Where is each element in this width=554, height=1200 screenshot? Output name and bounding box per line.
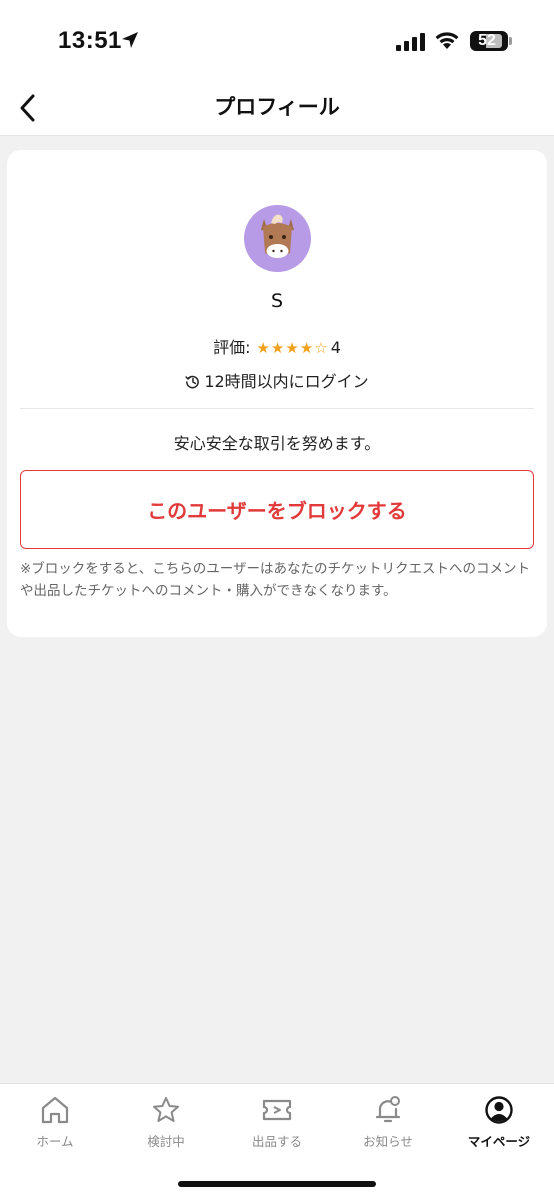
profile-card: S 評価: ★★★★☆ 4 12時間以内にログイン 安心安全な取引を努めます。 この… (7, 150, 547, 637)
bell-icon (375, 1096, 401, 1123)
rating-label: 評価: (213, 338, 251, 357)
status-bar: 13:51 52 (0, 0, 554, 80)
nav-header: プロフィール (0, 80, 554, 136)
block-user-button[interactable]: このユーザーをブロックする (20, 470, 534, 549)
star-icon (153, 1097, 179, 1122)
history-clock-icon (185, 375, 200, 389)
user-circle-icon (485, 1096, 513, 1124)
tab-considering-label: 検討中 (147, 1134, 185, 1149)
battery-tip (509, 37, 512, 45)
user-name: S (270, 290, 284, 312)
page-title: プロフィール (214, 95, 340, 119)
avatar[interactable] (244, 205, 311, 272)
last-login-text: 12時間以内にログイン (204, 372, 369, 391)
tab-notifications-label: お知らせ (363, 1134, 413, 1149)
star-filled-icons: ★★★★ (256, 339, 315, 357)
tab-sell-label: 出品する (251, 1134, 302, 1149)
battery-percent: 52 (478, 32, 496, 49)
rating-stars: ★★★★☆ (256, 339, 328, 357)
divider (20, 408, 534, 409)
rating-value: 4 (330, 338, 341, 357)
block-note: ※ブロックをすると、こちらのユーザーはあなたのチケットリクエストへのコメントや出… (20, 561, 531, 599)
tab-home-label: ホーム (36, 1134, 74, 1149)
tab-considering[interactable]: 検討中 (111, 1094, 221, 1154)
signal-icon (396, 33, 425, 51)
home-icon (41, 1096, 69, 1124)
tab-mypage[interactable]: マイページ (444, 1094, 554, 1154)
home-indicator (178, 1181, 376, 1187)
user-bio: 安心安全な取引を努めます。 (173, 434, 381, 453)
battery-icon: 52 (470, 31, 508, 51)
horse-avatar-icon (261, 214, 294, 258)
wifi-icon (435, 32, 459, 49)
last-login-row: 12時間以内にログイン (7, 368, 547, 392)
ticket-icon (262, 1099, 292, 1121)
status-time: 13:51 (58, 27, 122, 54)
tab-sell[interactable]: 出品する (222, 1094, 332, 1154)
location-arrow-icon (122, 32, 138, 48)
tab-home[interactable]: ホーム (0, 1094, 110, 1154)
tab-notifications[interactable]: お知らせ (333, 1094, 443, 1154)
star-empty-icon: ☆ (314, 339, 329, 357)
chevron-left-icon (20, 94, 35, 122)
back-button[interactable] (8, 88, 48, 128)
rating-row: 評価: ★★★★☆ 4 (7, 334, 547, 358)
tab-mypage-label: マイページ (467, 1134, 531, 1149)
